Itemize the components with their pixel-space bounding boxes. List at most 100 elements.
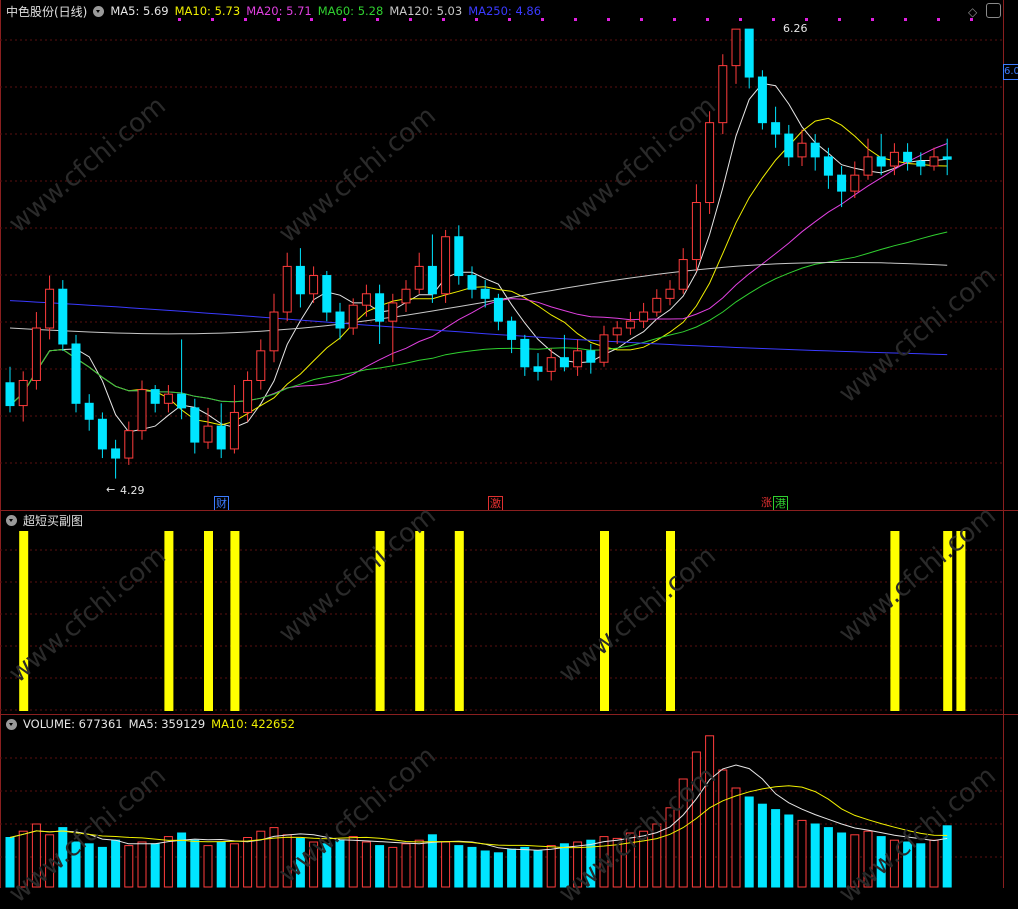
- candle: [823, 156, 833, 176]
- signal-bar: [415, 531, 425, 711]
- volume-bar: [731, 787, 741, 888]
- volume-bar: [573, 841, 583, 888]
- top-marker-dot: [838, 18, 841, 21]
- candle: [388, 302, 398, 322]
- candle: [295, 265, 305, 295]
- candle: [401, 288, 411, 304]
- volume-bar: [375, 845, 385, 888]
- volume-bar: [744, 796, 754, 888]
- event-marker-incentive[interactable]: 激: [488, 496, 503, 511]
- event-marker-hk[interactable]: 港: [773, 496, 788, 511]
- volume-bar: [493, 852, 503, 888]
- volume-bar: [612, 837, 622, 888]
- subchart-header: 超短买副图: [6, 512, 83, 528]
- candle: [190, 407, 200, 443]
- volume-bar: [203, 845, 213, 888]
- candle: [731, 28, 741, 67]
- volume-bar: [401, 843, 411, 888]
- candle: [876, 156, 886, 167]
- signal-bar: [375, 531, 385, 711]
- candle: [493, 297, 503, 322]
- volume-bar: [5, 837, 15, 888]
- volume-bar: [361, 841, 371, 888]
- ma60-value: MA60: 5.28: [317, 4, 384, 18]
- candle: [797, 142, 807, 158]
- candle: [375, 293, 385, 322]
- ma120-value: MA120: 5.03: [389, 4, 463, 18]
- volume-bar: [177, 832, 187, 888]
- price-axis-tag: 6.0: [1003, 64, 1018, 80]
- candle: [744, 28, 754, 78]
- top-marker-dot: [640, 18, 643, 21]
- short-buy-subchart[interactable]: [0, 510, 1018, 714]
- candle: [203, 425, 213, 443]
- candle: [625, 320, 635, 329]
- low-price-label: 4.29: [120, 484, 145, 497]
- kline-chart[interactable]: [0, 0, 1018, 510]
- signal-bar: [600, 531, 609, 711]
- candle: [652, 297, 662, 313]
- volume-bar: [837, 832, 847, 888]
- candle: [18, 379, 28, 407]
- candle: [546, 357, 556, 372]
- candle: [97, 418, 107, 450]
- event-marker-finance[interactable]: 财: [214, 496, 229, 511]
- candle: [45, 288, 55, 329]
- ma60-line: [9, 231, 948, 406]
- volume-bar: [520, 846, 530, 888]
- volume-bar: [163, 836, 173, 888]
- candle: [150, 389, 160, 404]
- top-marker-dot: [904, 18, 907, 21]
- volume-bar: [691, 751, 701, 888]
- diamond-icon[interactable]: ◇: [968, 5, 977, 19]
- volume-chart[interactable]: [0, 714, 1018, 888]
- top-marker-dot: [706, 18, 709, 21]
- volume-bar: [282, 834, 292, 888]
- volume-bar: [863, 830, 873, 888]
- candle: [903, 151, 913, 162]
- volume-bar: [45, 834, 55, 888]
- candle: [309, 275, 319, 295]
- kline-pane[interactable]: 中色股份(日线) MA5: 5.69 MA10: 5.73 MA20: 5.71…: [0, 0, 1018, 511]
- candle: [441, 236, 451, 295]
- volume-bar: [718, 769, 728, 888]
- volume-bar: [295, 837, 305, 888]
- candle: [348, 304, 358, 329]
- candle: [863, 156, 873, 176]
- candle: [889, 151, 899, 167]
- volume-bar: [414, 839, 424, 888]
- volume-bar: [797, 819, 807, 888]
- indicator-menu-icon[interactable]: [93, 5, 105, 17]
- candle: [71, 343, 81, 404]
- settings-icon[interactable]: [986, 3, 1001, 18]
- volume-pane[interactable]: VOLUME: 677361 MA5: 359129 MA10: 422652: [0, 714, 1018, 888]
- ma10-value: MA10: 5.73: [174, 4, 241, 18]
- volume-bar: [150, 843, 160, 888]
- candle: [599, 334, 609, 363]
- volume-bar: [58, 827, 68, 888]
- volume-bar: [190, 839, 200, 888]
- candle: [216, 425, 226, 450]
- volume-menu-icon[interactable]: [6, 718, 17, 730]
- volume-bar: [31, 823, 41, 888]
- volume-ma5-line: [9, 764, 948, 851]
- volume-ma10-line: [9, 785, 948, 849]
- volume-bar: [559, 843, 569, 888]
- volume-bar: [678, 778, 688, 888]
- candle: [850, 174, 860, 192]
- volume-bar: [480, 850, 490, 888]
- ma120-line: [9, 261, 948, 335]
- candle: [335, 311, 345, 329]
- candle: [916, 160, 926, 167]
- short-buy-subchart-pane[interactable]: 超短买副图: [0, 510, 1018, 714]
- top-marker-dot: [541, 18, 544, 21]
- top-marker-dot: [772, 18, 775, 21]
- event-marker-limit-up[interactable]: 涨: [760, 496, 773, 509]
- candle: [414, 265, 424, 290]
- candle: [177, 393, 187, 409]
- subchart-menu-icon[interactable]: [6, 514, 17, 526]
- candle: [612, 327, 622, 336]
- volume-bar: [137, 841, 147, 888]
- candle: [771, 122, 781, 135]
- top-marker-dot: [607, 18, 610, 21]
